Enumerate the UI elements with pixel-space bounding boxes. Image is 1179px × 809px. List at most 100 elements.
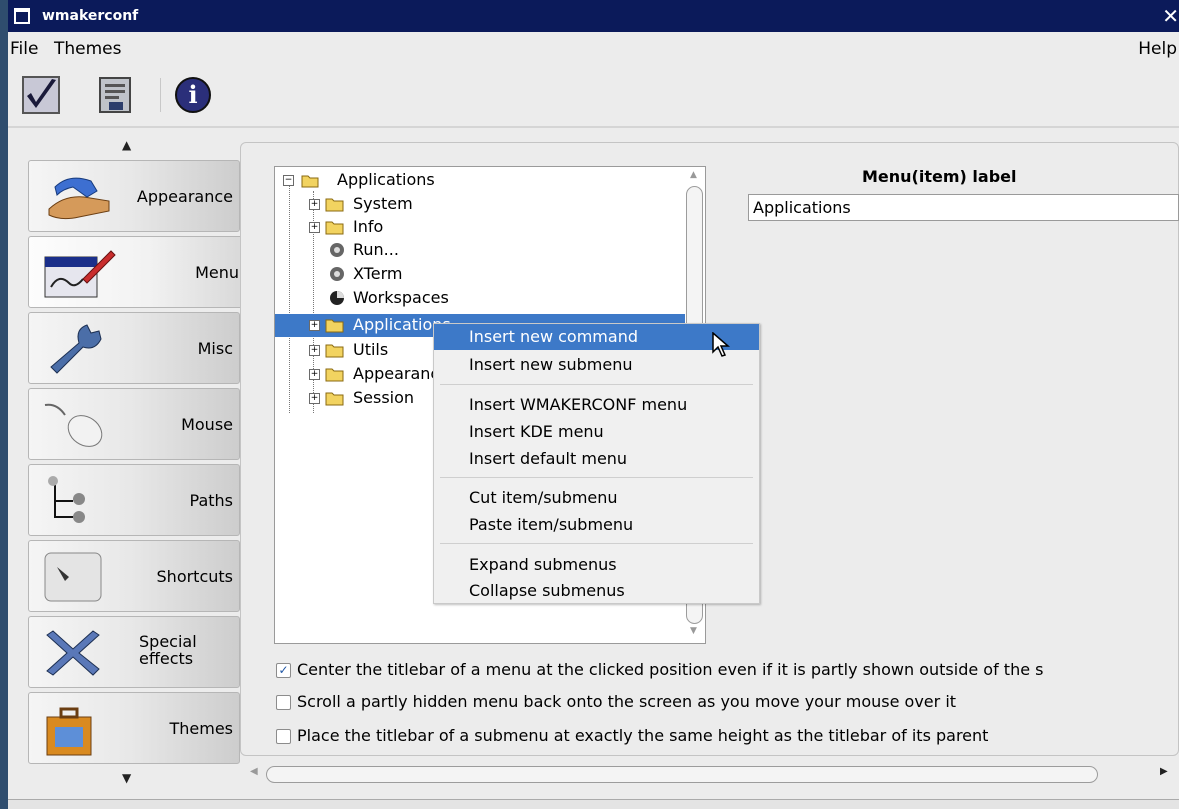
tree-label: System [353, 194, 413, 213]
special-effects-tools-icon [46, 630, 100, 676]
ctx-separator [440, 543, 753, 544]
mouse-pointer-icon [712, 332, 731, 357]
ctx-label: Insert KDE menu [469, 422, 604, 441]
svg-text:i: i [188, 80, 197, 109]
menu-themes[interactable]: Themes [54, 39, 122, 59]
sidebar-item-label: Misc [197, 339, 233, 358]
tree-row-workspaces[interactable]: Workspaces [275, 287, 685, 310]
sidebar-item-appearance[interactable]: Appearance [28, 160, 240, 232]
close-icon[interactable]: ✕ [1162, 4, 1179, 28]
apply-button[interactable] [20, 74, 62, 116]
sidebar-item-special-effects[interactable]: Special effects [28, 616, 240, 688]
expand-icon[interactable]: + [309, 345, 320, 356]
horizontal-scrollbar[interactable]: ◀ ▶ [250, 764, 1179, 784]
status-bar [8, 799, 1179, 809]
tree-label: Utils [353, 340, 389, 359]
tree-label: Session [353, 388, 415, 407]
menu-item-label-input[interactable] [748, 194, 1179, 221]
sidebar-scroll-up-icon[interactable]: ▲ [122, 138, 131, 152]
appearance-hand-icon [48, 177, 110, 220]
ctx-collapse-submenus[interactable]: Collapse submenus [434, 578, 759, 604]
sidebar-item-menu[interactable]: Menu [28, 236, 246, 308]
tree-label: XTerm [353, 264, 403, 283]
checkbox-checked[interactable]: ✓ [276, 663, 291, 678]
ctx-paste-item[interactable]: Paste item/submenu [434, 512, 759, 538]
collapse-icon[interactable]: − [283, 175, 294, 186]
sidebar-item-paths[interactable]: Paths [28, 464, 240, 536]
tree-label: Run... [353, 240, 399, 259]
apply-checkmark-icon [22, 76, 60, 114]
ctx-insert-default-menu[interactable]: Insert default menu [434, 446, 759, 472]
menu-pencil-icon [44, 250, 116, 298]
sidebar-item-mouse[interactable]: Mouse [28, 388, 240, 460]
ctx-label: Insert WMAKERCONF menu [469, 395, 688, 414]
ctx-label: Paste item/submenu [469, 515, 634, 534]
expand-icon[interactable]: + [309, 222, 320, 233]
scroll-left-icon[interactable]: ◀ [250, 766, 258, 777]
expand-icon[interactable]: + [309, 320, 320, 331]
themes-suitcase-icon [46, 707, 92, 756]
ctx-separator [440, 477, 753, 478]
sidebar-item-themes[interactable]: Themes [28, 692, 240, 764]
scrollbar-thumb[interactable] [266, 766, 1098, 783]
folder-icon [325, 221, 344, 235]
command-gear-icon [330, 267, 344, 281]
checkbox-unchecked[interactable] [276, 729, 291, 744]
tree-label: Applications [337, 170, 435, 189]
tree-label: Workspaces [353, 288, 449, 307]
sidebar-item-shortcuts[interactable]: Shortcuts [28, 540, 240, 612]
toolbar: i [8, 66, 1179, 124]
ctx-cut-item[interactable]: Cut item/submenu [434, 485, 759, 511]
menu-help[interactable]: Help [1138, 39, 1177, 59]
expand-icon[interactable]: + [309, 369, 320, 380]
menu-bar: File Themes Help [8, 34, 1179, 64]
ctx-insert-wmakerconf-menu[interactable]: Insert WMAKERCONF menu [434, 392, 759, 418]
ctx-insert-new-submenu[interactable]: Insert new submenu [434, 352, 759, 378]
sidebar-item-label: Special effects [139, 633, 233, 667]
workspaces-icon [330, 291, 344, 305]
folder-icon [325, 344, 344, 358]
ctx-insert-kde-menu[interactable]: Insert KDE menu [434, 419, 759, 445]
tree-row-system[interactable]: + System [275, 193, 685, 216]
ctx-expand-submenus[interactable]: Expand submenus [434, 552, 759, 578]
sidebar-item-label: Themes [169, 719, 233, 738]
tree-label: Info [353, 217, 384, 236]
ctx-label: Insert new command [469, 327, 638, 346]
context-menu: Insert new command Insert new submenu In… [433, 323, 760, 604]
option-label: Place the titlebar of a submenu at exact… [297, 726, 989, 745]
wrench-icon [50, 324, 102, 374]
save-document-icon [99, 77, 131, 113]
expand-icon[interactable]: + [309, 393, 320, 404]
sidebar-item-label: Shortcuts [156, 567, 233, 586]
sidebar-item-misc[interactable]: Misc [28, 312, 240, 384]
info-button[interactable]: i [172, 74, 214, 116]
checkbox-unchecked[interactable] [276, 695, 291, 710]
ctx-label: Insert default menu [469, 449, 628, 468]
ctx-label: Cut item/submenu [469, 488, 618, 507]
window-menu-icon[interactable] [14, 8, 30, 24]
ctx-insert-new-command[interactable]: Insert new command [434, 324, 759, 350]
title-bar[interactable]: wmakerconf ✕ [8, 0, 1179, 32]
scroll-up-icon[interactable]: ▲ [690, 170, 697, 180]
tree-row-root[interactable]: − Applications [275, 169, 685, 192]
toolbar-divider [8, 126, 1179, 128]
paths-tree-icon [48, 476, 85, 523]
ctx-separator [440, 384, 753, 385]
sidebar-scroll-down-icon[interactable]: ▼ [122, 771, 131, 785]
sidebar-item-label: Mouse [181, 415, 233, 434]
wmakerconf-window: wmakerconf ✕ File Themes Help i ▲ Appear… [8, 0, 1179, 809]
scroll-down-icon[interactable]: ▼ [690, 626, 697, 636]
folder-icon [325, 319, 344, 333]
tree-row-xterm[interactable]: XTerm [275, 263, 685, 286]
menu-file[interactable]: File [10, 39, 38, 59]
scroll-right-icon[interactable]: ▶ [1160, 766, 1168, 777]
expand-icon[interactable]: + [309, 199, 320, 210]
key-icon [44, 552, 102, 602]
folder-icon [325, 198, 344, 212]
tree-row-run[interactable]: Run... [275, 239, 685, 262]
sidebar-item-label: Appearance [136, 187, 233, 206]
window-title: wmakerconf [42, 8, 139, 24]
tree-row-info[interactable]: + Info [275, 216, 685, 239]
ctx-label: Insert new submenu [469, 355, 633, 374]
save-button[interactable] [94, 74, 136, 116]
